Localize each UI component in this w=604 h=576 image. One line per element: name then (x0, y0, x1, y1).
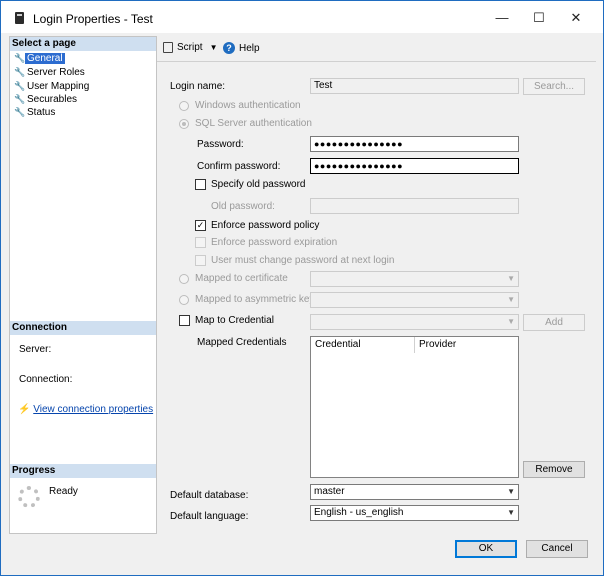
chevron-down-icon: ▼ (507, 317, 515, 326)
help-label: Help (239, 42, 260, 54)
certificate-combo[interactable]: ▼ (310, 271, 519, 287)
general-page: Script ▼ ? Help Login name: Test Search.… (157, 36, 596, 532)
mapped-credentials-grid[interactable]: Credential Provider (310, 336, 519, 478)
view-connection-properties[interactable]: ⚡ View connection properties (18, 404, 153, 415)
confirm-password-field[interactable]: ●●●●●●●●●●●●●●● (310, 158, 519, 174)
page-securables[interactable]: 🔧 Securables (14, 93, 79, 106)
connection-label: Connection: (19, 374, 73, 385)
map-credential-label: Map to Credential (195, 315, 274, 326)
map-credential-checkbox[interactable] (179, 315, 190, 326)
add-button[interactable]: Add (523, 314, 585, 331)
mapped-credentials-label: Mapped Credentials (197, 337, 287, 348)
script-button[interactable]: Script ▼ (163, 42, 217, 53)
old-password-label: Old password: (211, 201, 275, 212)
page-general[interactable]: 🔧 General (14, 52, 65, 65)
wrench-icon: 🔧 (14, 94, 26, 104)
chevron-down-icon: ▼ (507, 274, 515, 283)
specify-old-password-checkbox[interactable] (195, 179, 206, 190)
page-server-roles-label: Server Roles (27, 67, 85, 78)
title-bar[interactable]: Login Properties - Test — ☐ ✕ (1, 1, 603, 33)
default-language-value: English - us_english (314, 507, 404, 518)
page-status-label: Status (27, 107, 56, 118)
page-status[interactable]: 🔧 Status (14, 106, 57, 119)
default-database-value: master (314, 486, 345, 497)
default-language-combo[interactable]: English - us_english ▼ (310, 505, 519, 521)
wrench-icon: 🔧 (14, 67, 26, 77)
toolbar: Script ▼ ? Help (157, 36, 596, 61)
page-server-roles[interactable]: 🔧 Server Roles (14, 66, 87, 79)
enforce-expiration-label: Enforce password expiration (211, 237, 338, 248)
page-general-label: General (25, 53, 65, 64)
login-name-field[interactable]: Test (310, 78, 519, 94)
must-change-checkbox[interactable] (195, 255, 206, 266)
select-page-header: Select a page (10, 37, 156, 51)
remove-button[interactable]: Remove (523, 461, 585, 478)
progress-header: Progress (10, 464, 156, 478)
must-change-label: User must change password at next login (211, 255, 395, 266)
chevron-down-icon: ▼ (507, 295, 515, 304)
server-icon (15, 12, 24, 24)
close-button[interactable]: ✕ (559, 8, 593, 28)
help-icon: ? (223, 42, 235, 54)
search-button[interactable]: Search... (523, 78, 585, 95)
chevron-down-icon: ▼ (507, 487, 515, 496)
windows-auth-radio[interactable] (179, 101, 189, 111)
enforce-expiration-checkbox[interactable] (195, 237, 206, 248)
credential-column-header[interactable]: Credential (311, 337, 415, 353)
window-title: Login Properties - Test (33, 12, 153, 26)
mapped-asym-radio[interactable] (179, 295, 189, 305)
page-selector-pane: Select a page 🔧 General 🔧 Server Roles 🔧 Us… (9, 36, 157, 534)
default-database-label: Default database: (170, 490, 249, 501)
view-connection-link[interactable]: View connection properties (33, 404, 153, 415)
wrench-icon: 🔧 (14, 107, 26, 117)
login-name-label: Login name: (170, 81, 226, 92)
ok-button[interactable]: OK (455, 540, 517, 558)
default-language-label: Default language: (170, 511, 249, 522)
connection-header: Connection (10, 321, 156, 335)
help-button[interactable]: ? Help (223, 42, 260, 54)
credential-combo[interactable]: ▼ (310, 314, 519, 330)
provider-column-header[interactable]: Provider (415, 337, 519, 353)
progress-spinner-icon (18, 486, 40, 508)
page-securables-label: Securables (27, 94, 78, 105)
sql-auth-label: SQL Server authentication (195, 118, 312, 129)
maximize-button[interactable]: ☐ (522, 8, 556, 28)
dialog-footer: OK Cancel (1, 535, 603, 575)
plug-icon: ⚡ (18, 404, 31, 415)
mapped-cert-radio[interactable] (179, 274, 189, 284)
chevron-down-icon: ▼ (209, 43, 218, 52)
progress-status: Ready (49, 486, 78, 497)
minimize-button[interactable]: — (485, 8, 519, 28)
wrench-icon: 🔧 (14, 81, 26, 91)
sql-auth-radio[interactable] (179, 119, 189, 129)
toolbar-divider (157, 61, 596, 62)
script-label: Script (177, 42, 203, 53)
asymmetric-key-combo[interactable]: ▼ (310, 292, 519, 308)
confirm-password-label: Confirm password: (197, 161, 281, 172)
script-icon (163, 42, 173, 53)
password-label: Password: (197, 139, 244, 150)
chevron-down-icon: ▼ (507, 508, 515, 517)
specify-old-password-label: Specify old password (211, 179, 306, 190)
page-user-mapping-label: User Mapping (27, 81, 90, 92)
windows-auth-label: Windows authentication (195, 100, 301, 111)
mapped-cert-label: Mapped to certificate (195, 273, 288, 284)
login-properties-window: Login Properties - Test — ☐ ✕ Select a p… (0, 0, 604, 576)
enforce-policy-checkbox[interactable]: ✓ (195, 220, 206, 231)
cancel-button[interactable]: Cancel (526, 540, 588, 558)
mapped-asym-label: Mapped to asymmetric key (195, 294, 315, 305)
enforce-policy-label: Enforce password policy (211, 220, 320, 231)
old-password-field[interactable] (310, 198, 519, 214)
server-label: Server: (19, 344, 52, 355)
default-database-combo[interactable]: master ▼ (310, 484, 519, 500)
page-user-mapping[interactable]: 🔧 User Mapping (14, 80, 91, 93)
password-field[interactable]: ●●●●●●●●●●●●●●● (310, 136, 519, 152)
wrench-icon: 🔧 (14, 53, 26, 63)
